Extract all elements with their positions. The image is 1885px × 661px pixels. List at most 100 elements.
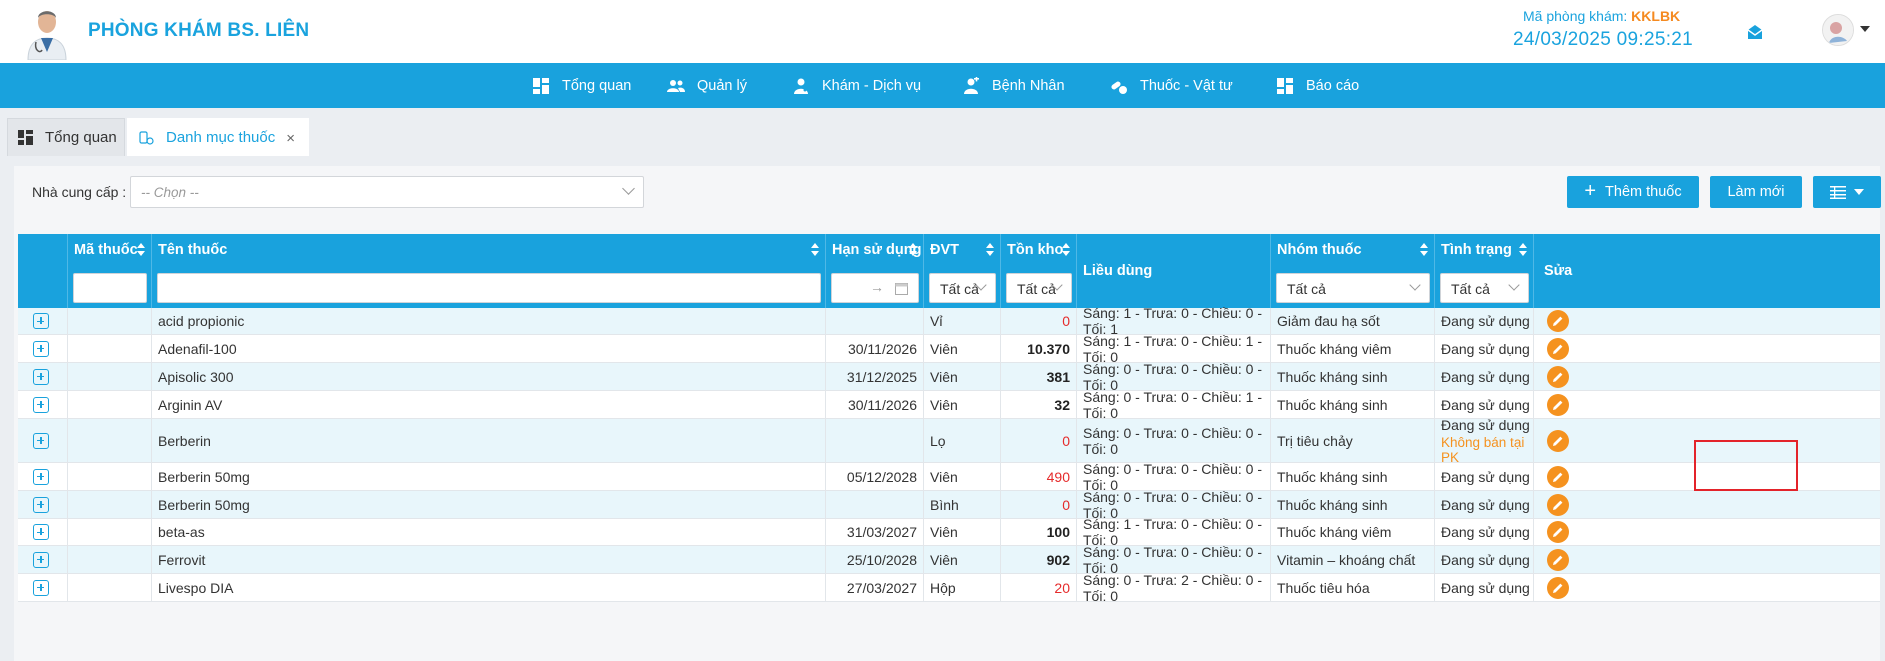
sort-icon[interactable] <box>1420 243 1428 257</box>
tab-drug-catalog[interactable]: Danh mục thuốc × <box>127 118 309 156</box>
cell-expiry: 30/11/2026 <box>826 391 924 418</box>
header-status-label: Tình trạng <box>1441 242 1512 258</box>
cell-edit <box>1534 519 1880 545</box>
pencil-icon <box>1553 500 1563 510</box>
filter-unit-select[interactable]: Tất cả <box>929 273 996 303</box>
user-menu-caret-icon[interactable] <box>1860 26 1870 32</box>
edit-button[interactable] <box>1547 493 1569 516</box>
cell-group: Thuốc kháng sinh <box>1271 491 1435 518</box>
doctor-logo-icon <box>22 2 72 60</box>
pencil-icon <box>1553 472 1563 482</box>
filter-group-select[interactable]: Tất cả <box>1276 273 1430 303</box>
table-row[interactable]: Adenafil-100 30/11/2026 Viên 10.370 Sáng: 1 … <box>18 333 1880 365</box>
edit-button[interactable] <box>1547 365 1569 388</box>
expand-row-icon[interactable] <box>33 340 49 357</box>
edit-button[interactable] <box>1547 429 1569 452</box>
header-status[interactable]: Tình trạng Tất cả <box>1435 234 1534 308</box>
header-stock[interactable]: Tồn kho Tất cả <box>1001 234 1077 308</box>
filter-name-input[interactable] <box>157 273 821 303</box>
header-code[interactable]: Mã thuốc <box>68 234 152 308</box>
table-row[interactable]: Ferrovit 25/10/2028 Viên 902 Sáng: 0 - Trưa:… <box>18 544 1880 576</box>
status-text: Đang sử dụng <box>1441 468 1530 485</box>
header-name[interactable]: Tên thuốc <box>152 234 826 308</box>
nav-management[interactable]: Quản lý <box>667 63 747 108</box>
supplier-select[interactable]: -- Chọn -- <box>130 176 644 208</box>
edit-button[interactable] <box>1547 521 1569 543</box>
filter-status-select[interactable]: Tất cả <box>1440 273 1529 303</box>
nav-patients[interactable]: Bệnh Nhân <box>962 63 1065 108</box>
header-name-label: Tên thuốc <box>158 242 228 258</box>
cell-unit: Viên <box>924 391 1001 418</box>
column-menu-button[interactable] <box>1813 176 1881 208</box>
cell-group: Thuốc kháng sinh <box>1271 391 1435 418</box>
table-row[interactable]: Arginin AV 30/11/2026 Viên 32 Sáng: 0 - Trưa… <box>18 389 1880 421</box>
avatar-image-icon <box>1823 15 1853 45</box>
status-text: Đang sử dụng <box>1441 368 1530 385</box>
filter-code-input[interactable] <box>73 273 147 303</box>
sort-icon[interactable] <box>1062 243 1070 257</box>
expand-row-icon[interactable] <box>33 579 49 596</box>
edit-button[interactable] <box>1547 337 1569 360</box>
tab-close-icon[interactable]: × <box>286 130 295 147</box>
cell-unit: Viên <box>924 463 1001 490</box>
table-row[interactable]: Berberin 50mg Bình 0 Sáng: 0 - Trưa: 0 - Ch… <box>18 489 1880 521</box>
supplier-placeholder: -- Chọn -- <box>141 185 199 200</box>
header-unit[interactable]: ĐVT Tất cả <box>924 234 1001 308</box>
message-icon[interactable] <box>1746 23 1764 41</box>
expand-row-icon[interactable] <box>33 313 49 329</box>
filter-stock-select[interactable]: Tất cả <box>1006 273 1072 303</box>
user-avatar[interactable] <box>1822 14 1854 46</box>
table-row[interactable]: Berberin Lọ 0 Sáng: 0 - Trưa: 0 - Chiều: 0 … <box>18 417 1880 465</box>
nav-reports[interactable]: Báo cáo <box>1276 63 1359 108</box>
nav-reports-label: Báo cáo <box>1306 77 1360 94</box>
edit-button[interactable] <box>1547 576 1569 599</box>
header-expiry[interactable]: Hạn sử dụng → <box>826 234 924 308</box>
expand-row-icon[interactable] <box>33 551 49 568</box>
status-text: Đang sử dụng <box>1441 340 1530 357</box>
cell-expiry <box>826 419 924 462</box>
cell-dosage: Sáng: 1 - Trưa: 0 - Chiều: 0 - Tối: 1 <box>1077 305 1271 337</box>
cell-stock: 20 <box>1001 574 1077 601</box>
cell-stock: 10.370 <box>1001 335 1077 362</box>
expand-row-icon[interactable] <box>33 368 49 385</box>
edit-button[interactable] <box>1547 393 1569 416</box>
header-group[interactable]: Nhóm thuốc Tất cả <box>1271 234 1435 308</box>
sort-icon[interactable] <box>811 243 819 257</box>
refresh-button[interactable]: Làm mới <box>1710 176 1802 208</box>
expand-row-icon[interactable] <box>33 524 49 540</box>
nav-exam-services[interactable]: Khám - Dịch vụ <box>792 63 921 108</box>
table-row[interactable]: Livespo DIA 27/03/2027 Hộp 20 Sáng: 0 - Trưa… <box>18 572 1880 604</box>
edit-button[interactable] <box>1547 465 1569 488</box>
table-row[interactable]: beta-as 31/03/2027 Viên 100 Sáng: 1 - Trưa: … <box>18 516 1880 548</box>
tab-overview[interactable]: Tổng quan <box>7 118 125 156</box>
edit-button[interactable] <box>1547 310 1569 332</box>
expand-row-icon[interactable] <box>33 396 49 413</box>
cell-expiry: 31/12/2025 <box>826 363 924 390</box>
room-code-label: Mã phòng khám: <box>1523 8 1632 24</box>
app-header: PHÒNG KHÁM BS. LIÊN Mã phòng khám: KKLBK… <box>0 0 1885 63</box>
sort-icon[interactable] <box>1519 243 1527 257</box>
nav-patients-label: Bệnh Nhân <box>992 77 1065 94</box>
edit-button[interactable] <box>1547 548 1569 571</box>
table-row[interactable]: acid propionic Vỉ 0 Sáng: 1 - Trưa: 0 - Chi… <box>18 305 1880 337</box>
nav-exam-services-label: Khám - Dịch vụ <box>822 77 922 94</box>
sort-icon[interactable] <box>137 243 145 257</box>
expand-row-icon[interactable] <box>33 468 49 485</box>
chevron-down-icon <box>1409 279 1421 291</box>
nav-overview-label: Tổng quan <box>562 77 632 94</box>
filter-expiry-daterange[interactable]: → <box>831 273 919 303</box>
expand-row-icon[interactable] <box>33 496 49 513</box>
sort-icon[interactable] <box>986 243 994 257</box>
nav-overview[interactable]: Tổng quan <box>532 63 631 108</box>
cell-expand <box>18 574 68 601</box>
cell-group: Trị tiêu chảy <box>1271 419 1435 462</box>
table-row[interactable]: Apisolic 300 31/12/2025 Viên 381 Sáng: 0 - T… <box>18 361 1880 393</box>
filter-unit-value: Tất cả <box>940 281 979 297</box>
cell-code <box>68 335 152 362</box>
cell-edit <box>1534 491 1880 518</box>
expand-row-icon[interactable] <box>33 432 49 449</box>
add-drug-button[interactable]: + Thêm thuốc <box>1567 176 1699 208</box>
table-row[interactable]: Berberin 50mg 05/12/2028 Viên 490 Sáng: 0 - … <box>18 461 1880 493</box>
nav-drugs-supplies[interactable]: Thuốc - Vật tư <box>1110 63 1233 108</box>
sort-icon[interactable] <box>909 243 917 257</box>
